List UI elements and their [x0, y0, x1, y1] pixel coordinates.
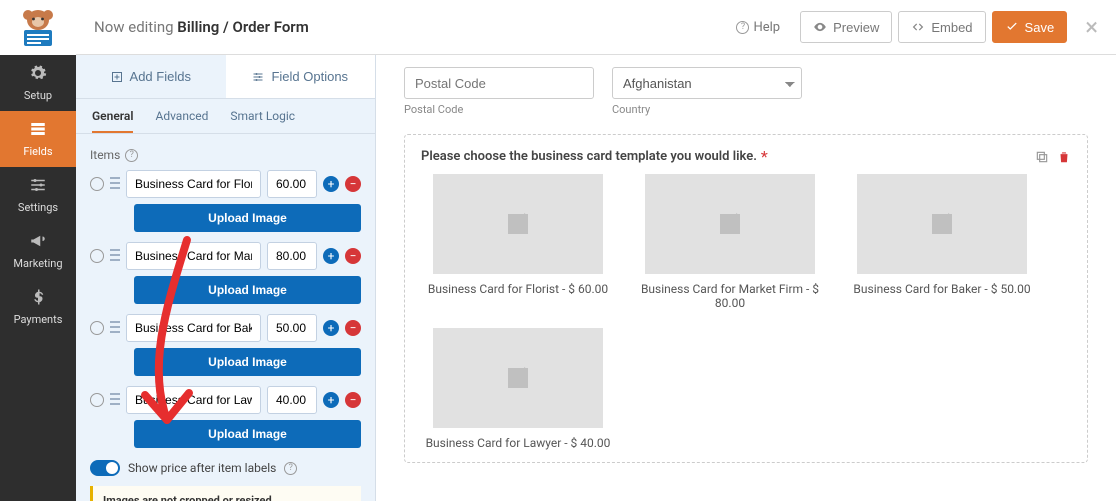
dollar-icon	[29, 288, 47, 309]
help-icon: ?	[736, 21, 749, 34]
page-title: Now editing Billing / Order Form	[94, 18, 309, 36]
drag-handle-icon[interactable]	[110, 247, 120, 266]
question-label: Please choose the business card template…	[421, 149, 757, 164]
image-icon	[925, 209, 959, 239]
image-placeholder	[433, 328, 603, 428]
postal-code-label: Postal Code	[404, 103, 594, 116]
add-choice-button[interactable]: +	[323, 320, 339, 336]
upload-image-button[interactable]: Upload Image	[134, 420, 361, 448]
app-logo	[0, 0, 76, 55]
image-placeholder	[857, 174, 1027, 274]
fields-icon	[29, 120, 47, 141]
show-price-label: Show price after item labels	[128, 461, 276, 475]
choice-price-input[interactable]	[267, 242, 317, 270]
tab-field-options[interactable]: Field Options	[226, 55, 376, 98]
help-icon[interactable]: ?	[284, 462, 297, 475]
nav-payments-label: Payments	[14, 313, 63, 326]
bullhorn-icon	[29, 232, 47, 253]
choice-price-input[interactable]	[267, 170, 317, 198]
choice-radio[interactable]	[90, 321, 104, 335]
upload-image-button[interactable]: Upload Image	[134, 204, 361, 232]
app-nav: Setup Fields Settings Marketing Payments	[0, 0, 76, 501]
save-button[interactable]: Save	[992, 11, 1068, 43]
image-placeholder	[433, 174, 603, 274]
tab-advanced[interactable]: Advanced	[155, 109, 208, 133]
form-canvas: Postal Code Afghanistan Country Please c…	[376, 55, 1116, 501]
card-caption: Business Card for Lawyer - $ 40.00	[426, 436, 611, 450]
upload-image-button[interactable]: Upload Image	[134, 348, 361, 376]
card-template-field[interactable]: Please choose the business card template…	[404, 134, 1088, 463]
nav-settings-label: Settings	[18, 201, 58, 214]
country-label: Country	[612, 103, 802, 116]
choice-name-input[interactable]	[126, 170, 261, 198]
card-caption: Business Card for Market Firm - $ 80.00	[633, 282, 827, 310]
template-card[interactable]: Business Card for Market Firm - $ 80.00	[633, 174, 827, 310]
remove-choice-button[interactable]: −	[345, 248, 361, 264]
check-icon	[1005, 20, 1019, 34]
code-icon	[911, 20, 925, 34]
image-icon	[501, 209, 535, 239]
trash-icon[interactable]	[1057, 150, 1071, 164]
items-label: Items	[90, 148, 120, 162]
template-card[interactable]: Business Card for Baker - $ 50.00	[845, 174, 1039, 310]
template-card[interactable]: Business Card for Florist - $ 60.00	[421, 174, 615, 310]
duplicate-icon[interactable]	[1035, 150, 1049, 164]
nav-fields-label: Fields	[23, 145, 52, 158]
postal-code-input[interactable]	[404, 67, 594, 99]
sliders-icon	[29, 176, 47, 197]
remove-choice-button[interactable]: −	[345, 176, 361, 192]
required-marker: *	[761, 147, 768, 166]
add-choice-button[interactable]: +	[323, 248, 339, 264]
choice-name-input[interactable]	[126, 386, 261, 414]
tab-add-fields[interactable]: Add Fields	[76, 55, 226, 98]
sliders-icon	[252, 71, 264, 83]
choice-name-input[interactable]	[126, 242, 261, 270]
top-bar: Now editing Billing / Order Form ?Help P…	[76, 0, 1116, 55]
show-price-toggle[interactable]	[90, 460, 120, 476]
tab-general[interactable]: General	[92, 109, 133, 133]
info-note: Images are not cropped or resized. For b…	[90, 486, 361, 501]
country-select[interactable]: Afghanistan	[612, 67, 802, 99]
remove-choice-button[interactable]: −	[345, 320, 361, 336]
nav-setup-label: Setup	[24, 89, 52, 102]
close-button[interactable]: ×	[1085, 13, 1098, 41]
drag-handle-icon[interactable]	[110, 391, 120, 410]
image-placeholder	[645, 174, 815, 274]
drag-handle-icon[interactable]	[110, 319, 120, 338]
upload-image-button[interactable]: Upload Image	[134, 276, 361, 304]
template-card[interactable]: Business Card for Lawyer - $ 40.00	[421, 328, 615, 450]
choice-price-input[interactable]	[267, 314, 317, 342]
nav-fields[interactable]: Fields	[0, 111, 76, 167]
choice-name-input[interactable]	[126, 314, 261, 342]
image-icon	[501, 363, 535, 393]
eye-icon	[813, 20, 827, 34]
choice-radio[interactable]	[90, 249, 104, 263]
help-icon[interactable]: ?	[125, 149, 138, 162]
field-sidebar: Add Fields Field Options General Advance…	[76, 55, 376, 501]
nav-marketing-label: Marketing	[13, 257, 62, 270]
drag-handle-icon[interactable]	[110, 175, 120, 194]
image-icon	[713, 209, 747, 239]
card-caption: Business Card for Baker - $ 50.00	[853, 282, 1030, 296]
nav-payments[interactable]: Payments	[0, 279, 76, 335]
choice-price-input[interactable]	[267, 386, 317, 414]
plus-box-icon	[111, 71, 123, 83]
add-choice-button[interactable]: +	[323, 176, 339, 192]
tab-smart-logic[interactable]: Smart Logic	[230, 109, 295, 133]
card-caption: Business Card for Florist - $ 60.00	[428, 282, 608, 296]
remove-choice-button[interactable]: −	[345, 392, 361, 408]
choice-radio[interactable]	[90, 177, 104, 191]
nav-marketing[interactable]: Marketing	[0, 223, 76, 279]
nav-setup[interactable]: Setup	[0, 55, 76, 111]
add-choice-button[interactable]: +	[323, 392, 339, 408]
gear-icon	[29, 64, 47, 85]
embed-button[interactable]: Embed	[898, 11, 985, 43]
help-link[interactable]: ?Help	[736, 20, 780, 35]
nav-settings[interactable]: Settings	[0, 167, 76, 223]
preview-button[interactable]: Preview	[800, 11, 892, 43]
choice-radio[interactable]	[90, 393, 104, 407]
